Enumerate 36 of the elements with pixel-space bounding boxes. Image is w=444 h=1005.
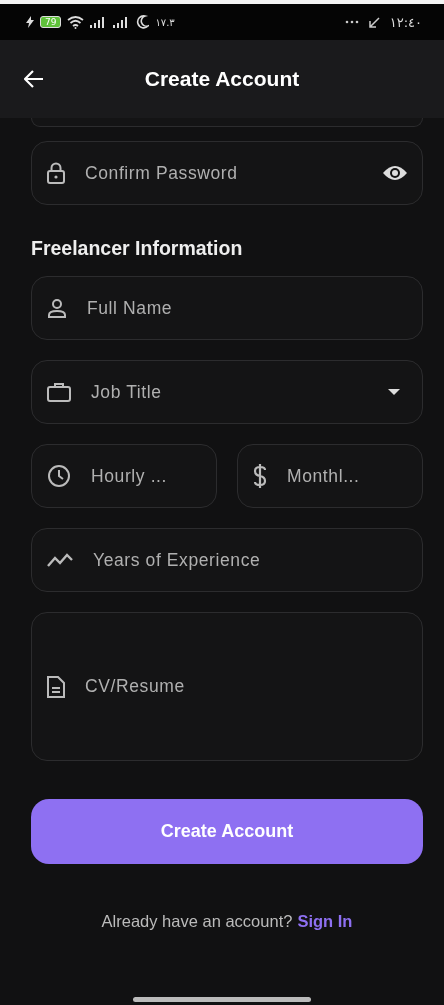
placeholder-text: Full Name: [87, 297, 174, 319]
placeholder-text: CV/Resume: [85, 676, 186, 697]
status-text: ١٧.٣: [155, 16, 175, 28]
wifi-icon: [67, 15, 85, 29]
placeholder-text: Years of Experience: [93, 549, 262, 571]
section-heading: Freelancer Information: [31, 237, 244, 260]
input-field[interactable]: Years of Experience: [31, 528, 423, 592]
lock-icon: [47, 162, 65, 184]
charging-icon: [26, 16, 34, 28]
input-field[interactable]: Hourly ...: [31, 444, 217, 508]
placeholder-text: Monthl...: [287, 465, 361, 487]
create-account-button[interactable]: Create Account: [31, 799, 423, 864]
eye-icon[interactable]: [382, 164, 408, 182]
moon-icon: [136, 15, 150, 29]
sign-in-link[interactable]: Sign In: [297, 912, 353, 931]
more-icon: [344, 20, 359, 24]
battery-level: 79: [40, 16, 62, 28]
document-icon: [47, 675, 65, 698]
password-field[interactable]: Confirm Password: [31, 141, 423, 205]
input-field[interactable]: Monthl...: [237, 444, 423, 508]
arrow-icon: [368, 16, 380, 28]
dropdown-field[interactable]: Job Title: [31, 360, 423, 424]
person-icon: [47, 298, 67, 318]
input-field[interactable]: Full Name: [31, 276, 423, 340]
caret-icon: [388, 389, 400, 395]
dollar-icon: [253, 464, 267, 488]
placeholder-text: Hourly ...: [91, 465, 169, 487]
footer-text: Already have an account?: [101, 912, 293, 931]
placeholder-text: Job Title: [91, 381, 163, 403]
screen-title: Create Account: [144, 67, 300, 91]
briefcase-icon: [47, 382, 71, 402]
status-time: ١٢:٤٠: [389, 14, 422, 30]
clock-icon: [47, 464, 71, 488]
placeholder-text: Confirm Password: [85, 162, 239, 184]
trend-icon: [47, 552, 73, 568]
input-field[interactable]: CV/Resume: [31, 612, 423, 761]
